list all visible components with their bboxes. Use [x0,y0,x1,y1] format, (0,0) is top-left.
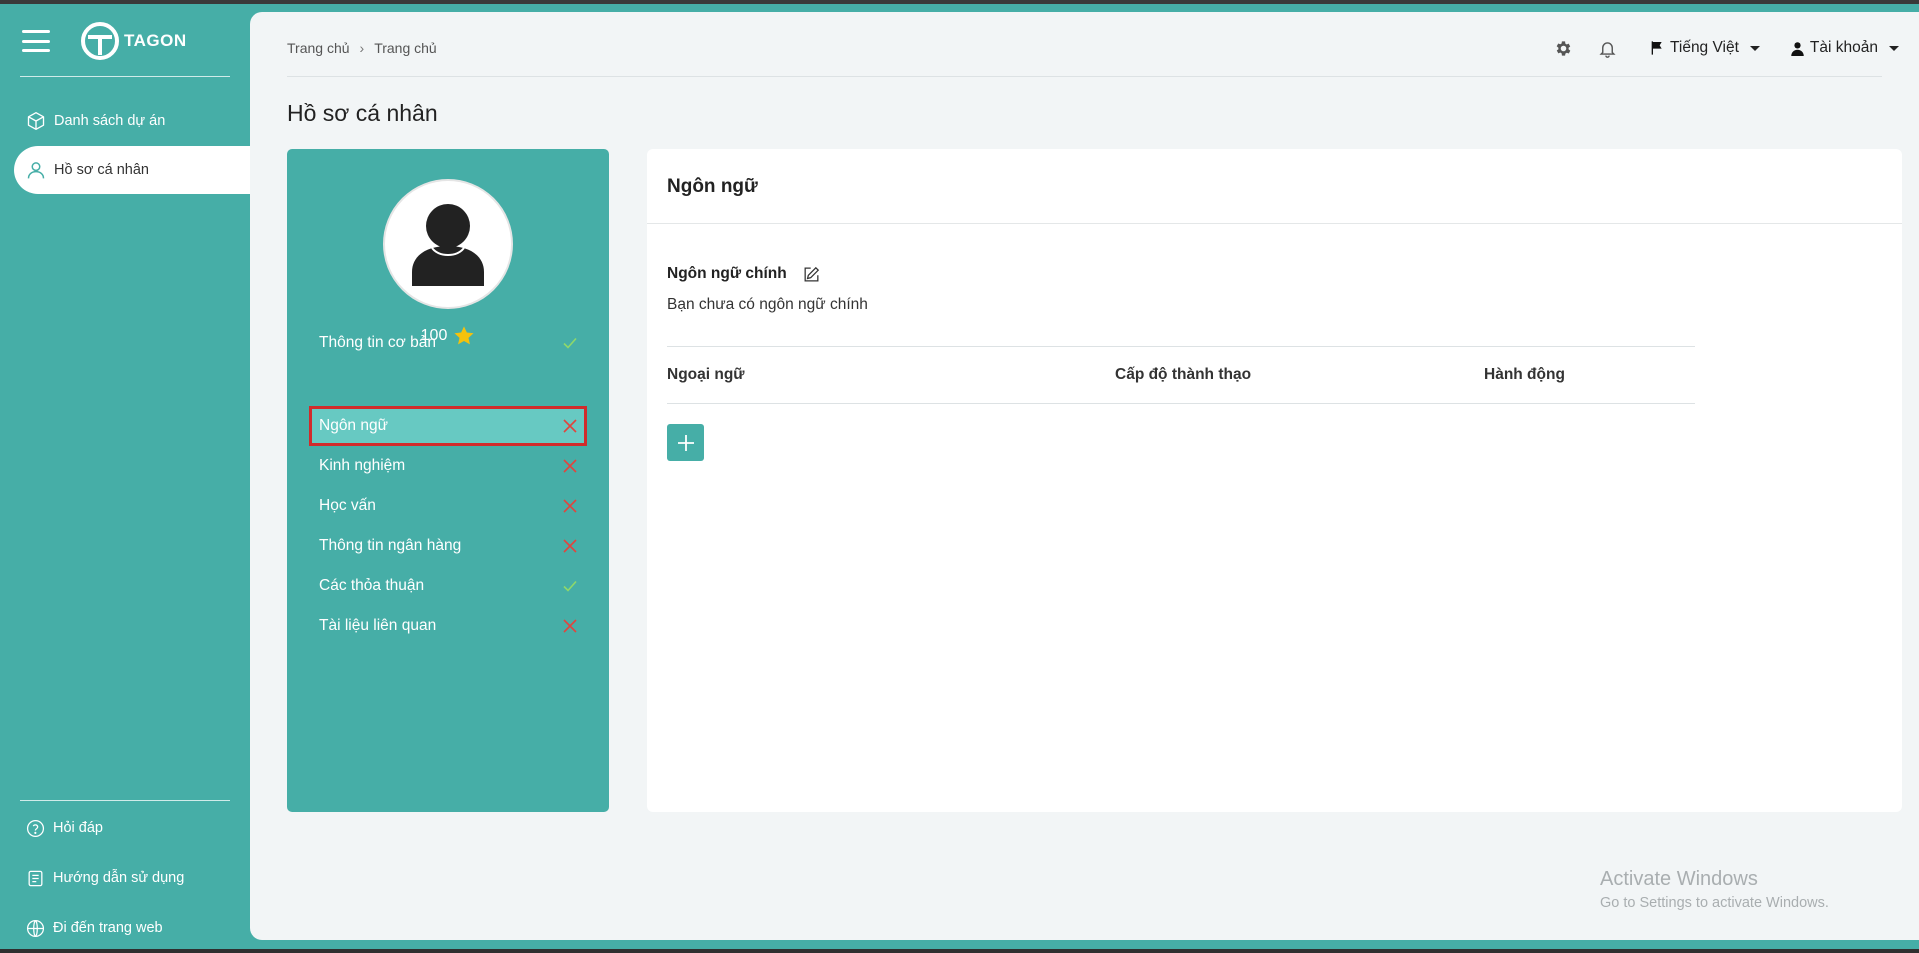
table-top-border [667,346,1695,347]
profile-card: 100 Thông tin cơ bản Ngôn ngữ Kinh nghiệ… [287,149,609,812]
sidebar-item-website[interactable]: Đi đến trang web [14,904,163,952]
menu-toggle-button[interactable] [22,30,50,52]
account-dropdown[interactable]: Tài khoản [1790,39,1899,57]
profile-item-bank-info[interactable]: Thông tin ngân hàng [309,526,587,566]
edit-icon [804,266,820,281]
sidebar-item-user-guide[interactable]: Hướng dẫn sử dụng [14,854,184,902]
table-header-language: Ngoại ngữ [667,366,745,383]
sidebar-item-label: Hồ sơ cá nhân [54,162,149,178]
sidebar-item-faq[interactable]: Hỏi đáp [14,804,103,852]
breadcrumb-item[interactable]: Trang chủ [287,40,350,56]
main-language-label: Ngôn ngữ chính [667,265,787,282]
window-bottom-border [0,949,1919,953]
user-icon [27,162,45,179]
profile-item-basic-info[interactable]: Thông tin cơ bản [309,323,587,363]
chevron-right-icon: › [359,40,365,56]
profile-item-label: Thông tin cơ bản [319,334,437,351]
plus-icon [677,434,694,451]
sidebar-divider-top [20,76,230,77]
profile-item-agreements[interactable]: Các thỏa thuận [309,566,587,606]
sidebar-item-label: Đi đến trang web [53,920,163,936]
sidebar-item-project-list[interactable]: Danh sách dự án [14,97,165,145]
sidebar-item-profile[interactable]: Hồ sơ cá nhân [14,146,250,194]
page-title: Hồ sơ cá nhân [287,100,438,126]
window-top-border [0,0,1919,4]
close-icon [561,617,579,635]
user-avatar-icon [412,204,484,286]
main-language-heading: Ngôn ngữ chính [667,263,823,285]
main-language-empty-text: Bạn chưa có ngôn ngữ chính [667,296,868,313]
section-divider [647,223,1902,224]
edit-main-language-button[interactable] [801,263,823,285]
globe-icon [26,919,45,937]
user-icon [1791,41,1804,56]
language-dropdown[interactable]: Tiếng Việt [1649,39,1760,57]
document-icon [28,870,43,886]
sidebar-item-label: Danh sách dự án [54,113,166,129]
avatar[interactable] [383,179,513,309]
main-panel: Trang chủ › Trang chủ Tiếng Việt Tài kho… [250,12,1919,940]
header-divider [287,76,1882,77]
tagon-logo-icon [81,22,119,60]
check-icon [561,577,579,595]
language-content-card: Ngôn ngữ Ngôn ngữ chính Bạn chưa có ngôn… [647,149,1902,812]
windows-activation-watermark: Activate Windows Go to Settings to activ… [1600,868,1829,911]
sidebar-item-label: Hướng dẫn sử dụng [53,870,185,886]
close-icon [561,417,579,435]
table-header-proficiency: Cấp độ thành thạo [1115,366,1252,383]
profile-item-documents[interactable]: Tài liệu liên quan [309,606,587,646]
profile-item-label: Tài liệu liên quan [319,617,437,634]
check-icon [561,334,579,352]
sidebar-divider-bottom [20,800,230,801]
add-language-button[interactable] [667,424,704,461]
watermark-title: Activate Windows [1600,868,1758,890]
caret-down-icon [1749,45,1760,51]
sidebar-item-label: Hỏi đáp [53,820,103,836]
profile-item-label: Học vấn [319,497,376,514]
profile-item-language[interactable]: Ngôn ngữ [309,406,587,446]
close-icon [561,457,579,475]
cube-icon [27,112,45,130]
breadcrumb: Trang chủ › Trang chủ [287,40,437,56]
profile-item-label: Ngôn ngữ [319,417,388,434]
bell-icon [1599,41,1617,58]
question-circle-icon [26,819,45,837]
profile-item-label: Các thỏa thuận [319,577,425,594]
profile-item-experience[interactable]: Kinh nghiệm [309,446,587,486]
caret-down-icon [1889,45,1899,51]
header-actions: Tiếng Việt Tài khoản [1531,34,1899,62]
close-icon [561,537,579,555]
profile-item-label: Thông tin ngân hàng [319,537,462,554]
language-label: Tiếng Việt [1669,39,1739,56]
gear-icon [1557,40,1571,56]
account-label: Tài khoản [1809,39,1878,56]
settings-button[interactable] [1553,37,1575,59]
logo[interactable]: TAGON [80,19,187,63]
logo-text: TAGON [124,31,187,50]
profile-item-education[interactable]: Học vấn [309,486,587,526]
table-header-border [667,403,1695,404]
watermark-subtitle: Go to Settings to activate Windows. [1600,895,1829,911]
sidebar: TAGON Danh sách dự án Hồ sơ cá nhân Hỏi … [0,4,250,949]
profile-item-label: Kinh nghiệm [319,457,406,474]
breadcrumb-item[interactable]: Trang chủ [374,40,437,56]
close-icon [561,497,579,515]
flag-icon [1651,41,1662,55]
notifications-button[interactable] [1597,37,1619,59]
section-title: Ngôn ngữ [667,176,758,197]
table-header-action: Hành động [1484,366,1565,383]
